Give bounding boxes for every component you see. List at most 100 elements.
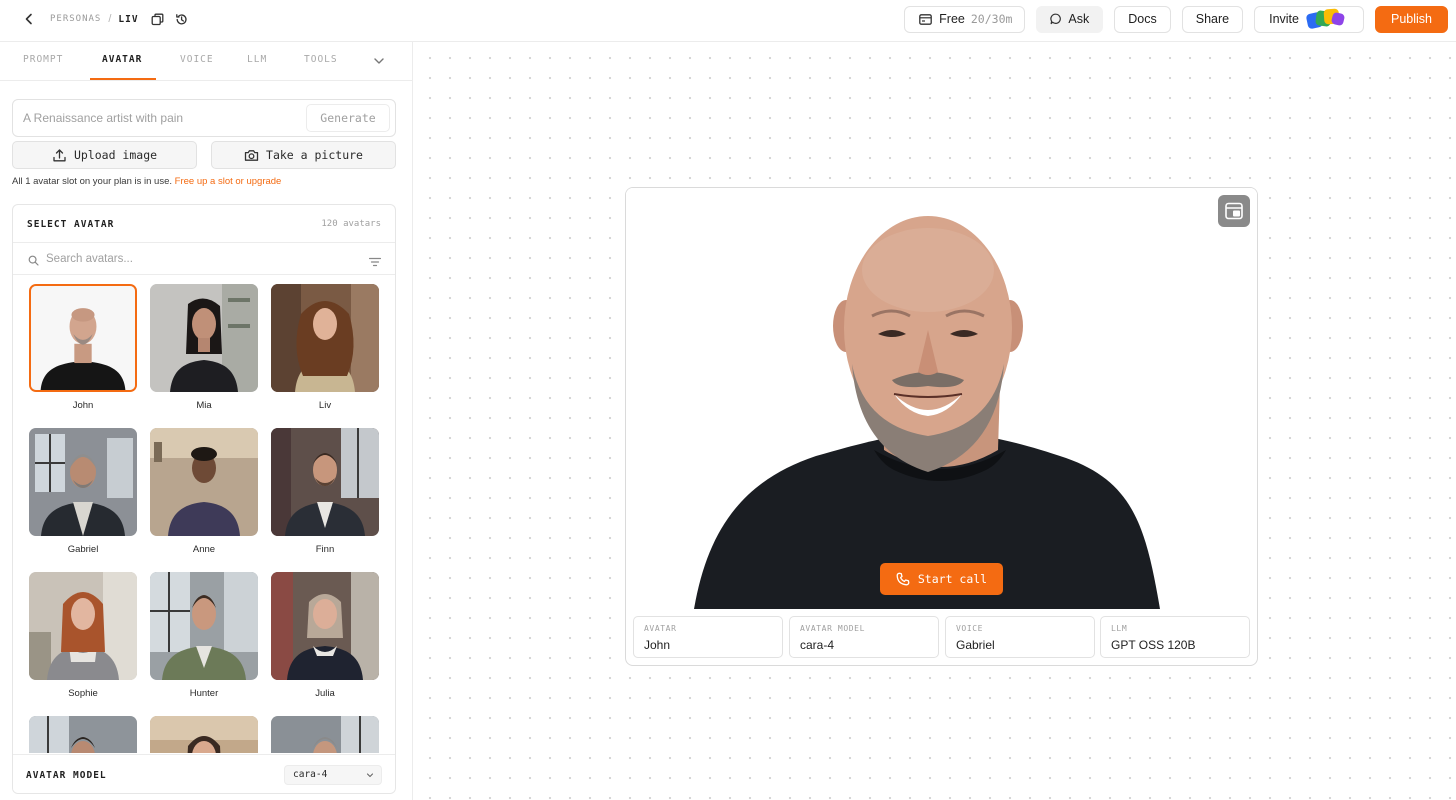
avatar-thumbnail <box>29 284 137 392</box>
avatar-thumbnail <box>29 716 137 753</box>
avatar-portrait <box>626 188 1257 609</box>
integration-logos <box>1305 8 1347 30</box>
plan-usage-button[interactable]: Free 20/30m <box>904 5 1026 33</box>
avatar-tile-john[interactable]: John <box>29 284 139 411</box>
slot-usage-note: All 1 avatar slot on your plan is in use… <box>12 176 281 187</box>
avatar-thumbnail <box>271 716 379 753</box>
chevron-left-icon <box>25 13 32 25</box>
ask-label: Ask <box>1068 12 1090 26</box>
breadcrumb-separator: / <box>108 13 112 25</box>
summary-value: Gabriel <box>956 638 995 652</box>
breadcrumb-current: LIV <box>118 13 139 25</box>
chevron-down-icon <box>374 58 384 64</box>
breadcrumb-parent[interactable]: PERSONAS <box>50 14 101 24</box>
start-call-label: Start call <box>917 572 988 586</box>
avatar-tile-hunter[interactable]: Hunter <box>150 572 260 699</box>
active-tab-indicator <box>90 78 156 80</box>
avatar-thumbnail <box>271 428 379 536</box>
search-icon <box>28 253 39 266</box>
invite-button[interactable]: Invite <box>1254 5 1364 33</box>
take-picture-label: Take a picture <box>266 148 363 162</box>
top-bar: PERSONAS / LIV Free 20/30m Ask Docs Shar… <box>0 0 1456 42</box>
upload-image-label: Upload image <box>73 148 158 162</box>
avatar-model-select[interactable]: cara-4 <box>284 765 382 785</box>
persona-config-panel: PROMPT AVATAR VOICE LLM TOOLS Generate U… <box>0 42 413 800</box>
avatar-count: 120 avatars <box>321 219 381 229</box>
tab-tools[interactable]: TOOLS <box>304 42 338 81</box>
back-button[interactable] <box>20 10 38 28</box>
clock-card-icon <box>919 13 933 25</box>
avatar-thumbnail <box>271 572 379 680</box>
invite-label: Invite <box>1269 12 1299 26</box>
avatar-name: Julia <box>315 688 335 699</box>
summary-llm: LLM GPT OSS 120B <box>1100 616 1250 658</box>
avatar-tile-anne[interactable]: Anne <box>150 428 260 555</box>
avatar-preview: Start call <box>626 188 1257 609</box>
avatar-thumbnail <box>29 428 137 536</box>
ask-button[interactable]: Ask <box>1036 5 1104 33</box>
summary-label: VOICE <box>956 624 984 633</box>
avatar-grid: John Mia Liv Gabriel Anne Finn Sophie Hu… <box>13 276 395 753</box>
avatar-name: Anne <box>192 544 216 555</box>
avatar-tile-finn[interactable]: Finn <box>271 428 381 555</box>
avatar-tile-sophie[interactable]: Sophie <box>29 572 139 699</box>
share-button[interactable]: Share <box>1181 5 1244 33</box>
avatar-model-title: AVATAR MODEL <box>26 770 107 781</box>
expand-icon <box>1225 202 1243 220</box>
tab-prompt[interactable]: PROMPT <box>23 42 63 81</box>
generate-button[interactable]: Generate <box>306 104 390 132</box>
upload-icon <box>52 148 67 163</box>
summary-voice: VOICE Gabriel <box>945 616 1095 658</box>
avatar-tile-julia[interactable]: Julia <box>271 572 381 699</box>
summary-label: LLM <box>1111 624 1128 633</box>
avatar-tile-mia[interactable]: Mia <box>150 284 260 411</box>
take-picture-button[interactable]: Take a picture <box>211 141 396 169</box>
start-call-button[interactable]: Start call <box>880 563 1003 595</box>
config-tabs: PROMPT AVATAR VOICE LLM TOOLS <box>0 42 412 81</box>
avatar-thumbnail <box>150 284 258 392</box>
tab-llm[interactable]: LLM <box>247 42 267 81</box>
filter-icon[interactable] <box>368 254 382 267</box>
avatar-name: Finn <box>315 544 335 555</box>
tab-avatar[interactable]: AVATAR <box>102 42 142 81</box>
plan-label: Free <box>939 12 965 26</box>
copy-icon <box>151 13 164 25</box>
phone-icon <box>896 572 910 586</box>
avatar-thumbnail <box>150 572 258 680</box>
slot-usage-text: All 1 avatar slot on your plan is in use… <box>12 176 173 187</box>
persona-preview-card: Start call AVATAR John AVATAR MODEL cara… <box>625 187 1258 666</box>
avatar-name: Mia <box>196 400 212 411</box>
avatar-thumbnail <box>150 428 258 536</box>
avatar-tile[interactable] <box>150 716 260 753</box>
avatar-prompt-row: Generate <box>12 99 396 137</box>
history-button[interactable] <box>175 12 189 26</box>
avatar-search-input[interactable] <box>46 246 346 272</box>
summary-avatar-model: AVATAR MODEL cara-4 <box>789 616 939 658</box>
history-icon <box>176 13 187 24</box>
avatar-prompt-input[interactable] <box>13 100 303 136</box>
breadcrumb: PERSONAS / LIV <box>20 0 189 38</box>
duplicate-button[interactable] <box>151 12 165 26</box>
expand-preview-button[interactable] <box>1218 195 1250 227</box>
publish-button[interactable]: Publish <box>1375 5 1448 33</box>
upgrade-link[interactable]: Free up a slot or upgrade <box>175 176 282 187</box>
chevron-down-icon <box>366 773 374 778</box>
avatar-tile-gabriel[interactable]: Gabriel <box>29 428 139 555</box>
chat-bubble-icon <box>1050 13 1062 25</box>
persona-summary: AVATAR John AVATAR MODEL cara-4 VOICE Ga… <box>633 616 1251 659</box>
summary-label: AVATAR <box>644 624 677 633</box>
avatar-name: Hunter <box>189 688 219 699</box>
avatar-tile[interactable] <box>29 716 139 753</box>
tab-voice[interactable]: VOICE <box>180 42 214 81</box>
upload-image-button[interactable]: Upload image <box>12 141 197 169</box>
avatar-model-bar: AVATAR MODEL cara-4 <box>13 754 395 793</box>
summary-value: cara-4 <box>800 638 835 652</box>
summary-avatar: AVATAR John <box>633 616 783 658</box>
summary-value: John <box>644 638 671 652</box>
select-avatar-card: SELECT AVATAR 120 avatars John <box>12 204 396 794</box>
docs-button[interactable]: Docs <box>1114 5 1171 33</box>
avatar-thumbnail <box>271 284 379 392</box>
more-tabs-button[interactable] <box>372 54 386 68</box>
avatar-tile-liv[interactable]: Liv <box>271 284 381 411</box>
avatar-tile[interactable] <box>271 716 381 753</box>
